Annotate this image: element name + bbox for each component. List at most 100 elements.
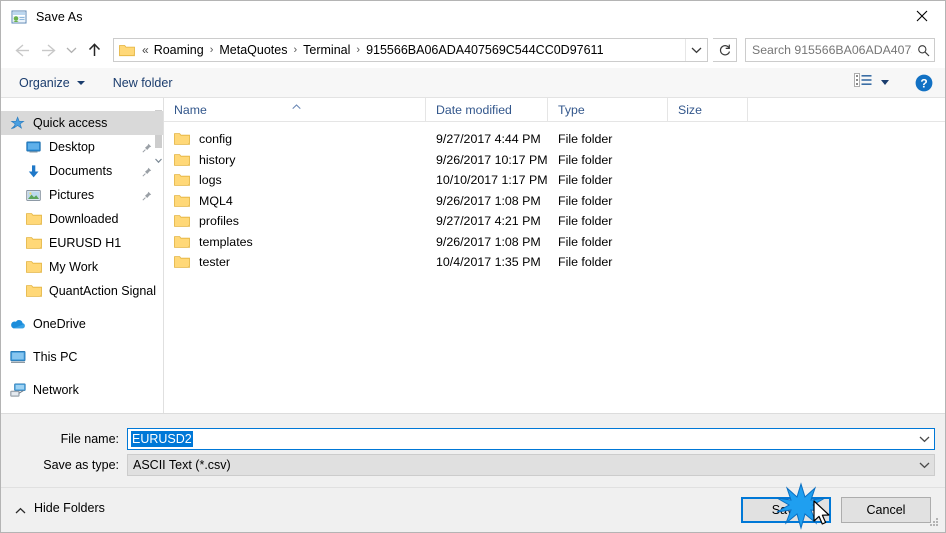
file-name-cell: tester	[164, 255, 426, 269]
file-type-cell: File folder	[558, 132, 613, 147]
file-name-cell: templates	[164, 235, 426, 249]
breadcrumb-item-3[interactable]: 915566BA06ADA407569C544CC0D97611	[363, 43, 606, 57]
file-type-cell: File folder	[558, 214, 613, 229]
file-name-label: profiles	[199, 214, 239, 229]
search-input[interactable]: Search 915566BA06ADA40756...	[745, 38, 935, 62]
file-type-cell: File folder	[558, 234, 613, 249]
file-type-cell: File folder	[558, 255, 613, 270]
sidebar-item-desktop[interactable]: Desktop	[1, 135, 163, 159]
help-icon[interactable]: ?	[915, 74, 933, 92]
table-row[interactable]: history 9/26/2017 10:17 PM File folder	[164, 150, 945, 171]
column-header-date-modified[interactable]: Date modified	[426, 98, 548, 121]
column-header-name[interactable]: Name	[164, 98, 426, 121]
navigation-bar: « Roaming › MetaQuotes › Terminal › 9155…	[1, 32, 945, 68]
breadcrumb-item-1[interactable]: MetaQuotes	[216, 43, 290, 57]
pin-icon[interactable]	[142, 166, 152, 177]
file-name-cell: profiles	[164, 214, 426, 228]
close-icon[interactable]	[899, 1, 945, 31]
folder-icon	[174, 235, 190, 249]
refresh-icon[interactable]	[713, 38, 737, 62]
breadcrumb-item-2[interactable]: Terminal	[300, 43, 353, 57]
sidebar-item-eurusd-h1[interactable]: EURUSD H1	[1, 231, 163, 255]
file-name-cell: config	[164, 132, 426, 146]
breadcrumb-item-0[interactable]: Roaming	[151, 43, 207, 57]
table-row[interactable]: profiles 9/27/2017 4:21 PM File folder	[164, 211, 945, 232]
organize-button[interactable]: Organize	[11, 72, 93, 94]
folder-icon	[25, 283, 42, 299]
sidebar-item-my-work[interactable]: My Work	[1, 255, 163, 279]
table-row[interactable]: templates 9/26/2017 1:08 PM File folder	[164, 232, 945, 253]
folder-icon	[25, 235, 42, 251]
sidebar-item-label: QuantAction Signal	[49, 284, 157, 298]
sidebar-item-quantaction-signal[interactable]: QuantAction Signal	[1, 279, 163, 303]
file-name-cell: logs	[164, 173, 426, 187]
sidebar-item-label: My Work	[49, 260, 99, 274]
file-date-cell: 10/4/2017 1:35 PM	[436, 255, 541, 270]
file-name-label: logs	[199, 173, 222, 188]
file-name-value: EURUSD2	[131, 431, 193, 447]
file-type-cell: File folder	[558, 173, 613, 188]
search-placeholder: Search 915566BA06ADA40756...	[752, 43, 912, 57]
address-dropdown-chevron-down-icon[interactable]	[685, 39, 707, 61]
arrow-left-icon[interactable]	[9, 37, 35, 63]
pictures-icon	[25, 187, 42, 203]
sidebar-item-this-pc[interactable]: This PC	[1, 345, 163, 369]
table-row[interactable]: config 9/27/2017 4:44 PM File folder	[164, 129, 945, 150]
breadcrumb-separator: ›	[209, 44, 214, 56]
resize-grip-icon[interactable]	[928, 516, 941, 529]
view-layout-button[interactable]	[850, 73, 893, 92]
cancel-button[interactable]: Cancel	[841, 497, 931, 523]
file-name-input[interactable]: EURUSD2	[127, 428, 935, 450]
table-row[interactable]: tester 10/4/2017 1:35 PM File folder	[164, 252, 945, 273]
command-bar-right: ?	[850, 73, 933, 92]
sidebar-item-label: Pictures	[49, 188, 95, 202]
new-folder-button[interactable]: New folder	[105, 72, 181, 94]
save-as-type-select[interactable]: ASCII Text (*.csv)	[127, 454, 935, 476]
arrow-up-icon[interactable]	[81, 37, 107, 63]
file-date-cell: 9/27/2017 4:44 PM	[436, 132, 541, 147]
sidebar-item-onedrive[interactable]: OneDrive	[1, 312, 163, 336]
file-list-top-spacer	[164, 122, 945, 129]
sidebar-item-label: Downloaded	[49, 212, 119, 226]
file-name-label: history	[199, 152, 236, 167]
save-as-dialog: Save As « Roaming › MetaQuotes › Termina…	[0, 0, 946, 533]
file-name-chevron-down-icon[interactable]	[914, 429, 934, 449]
sidebar-item-downloaded[interactable]: Downloaded	[1, 207, 163, 231]
breadcrumb-separator: ›	[356, 44, 361, 56]
chevron-down-icon[interactable]	[61, 37, 81, 63]
title-bar: Save As	[1, 1, 945, 32]
folder-icon	[174, 214, 190, 228]
sidebar-item-documents[interactable]: Documents	[1, 159, 163, 183]
desktop-icon	[25, 139, 42, 155]
table-row[interactable]: MQL4 9/26/2017 1:08 PM File folder	[164, 191, 945, 212]
pin-icon[interactable]	[142, 142, 152, 153]
save-as-type-value: ASCII Text (*.csv)	[133, 458, 231, 472]
hide-folders-button[interactable]: Hide Folders	[15, 501, 105, 515]
pin-icon[interactable]	[142, 190, 152, 201]
save-button[interactable]: Save	[741, 497, 831, 523]
column-header-type[interactable]: Type	[548, 98, 668, 121]
window-title: Save As	[36, 9, 83, 24]
file-date-cell: 9/27/2017 4:21 PM	[436, 214, 541, 229]
search-icon	[912, 44, 934, 57]
save-as-type-chevron-down-icon[interactable]	[914, 455, 934, 475]
file-name-label: config	[199, 132, 233, 147]
column-header-label: Name	[174, 102, 207, 117]
arrow-right-icon[interactable]	[35, 37, 61, 63]
table-row[interactable]: logs 10/10/2017 1:17 PM File folder	[164, 170, 945, 191]
save-as-type-row: Save as type: ASCII Text (*.csv)	[1, 454, 945, 476]
sidebar-item-pictures[interactable]: Pictures	[1, 183, 163, 207]
folder-icon	[25, 259, 42, 275]
sidebar-item-network[interactable]: Network	[1, 378, 163, 402]
sidebar-item-label: OneDrive	[33, 317, 86, 331]
sidebar-item-label: Documents	[49, 164, 113, 178]
folder-icon	[174, 255, 190, 269]
address-bar[interactable]: « Roaming › MetaQuotes › Terminal › 9155…	[113, 38, 708, 62]
sidebar-item-label: Desktop	[49, 140, 95, 154]
sidebar-item-quick-access[interactable]: Quick access	[1, 111, 163, 135]
column-header-size[interactable]: Size	[668, 98, 748, 121]
star-icon	[9, 115, 26, 131]
organize-label: Organize	[19, 75, 70, 90]
